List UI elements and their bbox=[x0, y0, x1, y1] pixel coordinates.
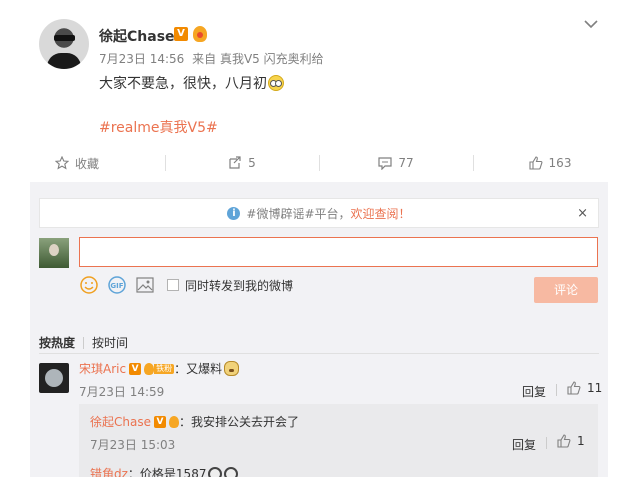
divider bbox=[556, 384, 557, 396]
verified-icon[interactable]: V bbox=[129, 362, 142, 375]
commenter-avatar[interactable] bbox=[39, 363, 69, 393]
reply-line: 错角dz ：价格是1587 bbox=[90, 465, 239, 477]
commenter-name[interactable]: 宋琪Aric bbox=[79, 360, 126, 377]
also-repost-label[interactable]: 同时转发到我的微博 bbox=[185, 277, 293, 294]
sort-by-time[interactable]: 按时间 bbox=[92, 334, 128, 351]
reply-like-button[interactable]: 1 bbox=[557, 434, 585, 448]
post-meta: 7月23日 14:56 来自 真我V5 闪充奥利给 bbox=[99, 50, 328, 67]
thumbs-up-icon bbox=[528, 156, 542, 170]
also-repost-checkbox[interactable] bbox=[167, 279, 179, 291]
sticker-emoji-icon bbox=[224, 466, 239, 477]
comment-line: 宋琪Aric V 铁粉 ：又爆料 bbox=[79, 360, 240, 377]
comment-input[interactable] bbox=[79, 237, 598, 267]
sticker-emoji-icon bbox=[208, 466, 223, 477]
reply-time: 7月23日 15:03 bbox=[90, 438, 176, 452]
sort-bar: 按热度 按时间 bbox=[39, 334, 128, 351]
like-count: 163 bbox=[548, 156, 572, 170]
gif-icon[interactable]: GIF bbox=[107, 276, 126, 295]
level-flame-icon[interactable] bbox=[168, 415, 179, 428]
fan-badge[interactable]: 铁粉 bbox=[144, 362, 175, 375]
reply-thread: 徐起Chase V ：我安排公关去开会了 7月23日 15:03 回复 1 错角… bbox=[79, 404, 598, 477]
level-flame-icon[interactable] bbox=[191, 26, 209, 42]
comment-like-button[interactable]: 11 bbox=[567, 381, 602, 395]
divider bbox=[83, 336, 85, 349]
comment-text: ：又爆料 bbox=[174, 362, 223, 376]
action-bar: 收藏 5 77 163 bbox=[0, 144, 617, 182]
post-date[interactable]: 7月23日 14:56 bbox=[99, 52, 184, 66]
divider bbox=[39, 353, 599, 354]
repost-button[interactable]: 5 bbox=[165, 144, 319, 182]
repost-count: 5 bbox=[248, 156, 256, 170]
thumbs-up-icon bbox=[557, 434, 571, 448]
replier-name[interactable]: 错角dz bbox=[90, 465, 128, 477]
repost-icon bbox=[229, 156, 241, 169]
replier-name[interactable]: 徐起Chase bbox=[90, 413, 151, 430]
comment-count: 77 bbox=[398, 156, 414, 170]
avatar-body bbox=[47, 53, 81, 69]
comment-tools: GIF 同时转发到我的微博 bbox=[79, 275, 293, 295]
author-avatar[interactable] bbox=[39, 19, 89, 69]
favorite-button[interactable]: 收藏 bbox=[0, 144, 154, 182]
comment-button[interactable]: 77 bbox=[319, 144, 473, 182]
submit-comment-button[interactable]: 评论 bbox=[534, 277, 598, 303]
emoji-icon[interactable] bbox=[79, 276, 98, 295]
post-text: 大家不要急，很快，八月初 bbox=[99, 73, 284, 93]
notice-text: #微博辟谣#平台， bbox=[246, 206, 351, 221]
reply-button[interactable]: 回复 bbox=[522, 383, 546, 400]
topic-link[interactable]: #realme真我V5# bbox=[99, 117, 218, 137]
comment-panel: i #微博辟谣#平台， 欢迎查阅！ × GIF 同时转发到我的微博 评论 按热度… bbox=[30, 182, 608, 477]
favorite-label: 收藏 bbox=[74, 156, 99, 171]
fan-badge-label: 铁粉 bbox=[154, 363, 175, 374]
reply-line: 徐起Chase V ：我安排公关去开会了 bbox=[90, 413, 299, 430]
info-icon: i bbox=[227, 206, 241, 220]
glasses-emoji-icon bbox=[268, 75, 284, 91]
post-source: 来自 真我V5 闪充奥利给 bbox=[192, 52, 324, 66]
like-button[interactable]: 163 bbox=[473, 144, 617, 182]
weibo-post-page: 徐起Chase V 7月23日 14:56 来自 真我V5 闪充奥利给 大家不要… bbox=[0, 0, 617, 477]
divider bbox=[546, 437, 547, 449]
thumbs-up-icon bbox=[567, 381, 581, 395]
notice-link[interactable]: 欢迎查阅！ bbox=[351, 205, 411, 222]
verified-icon[interactable]: V bbox=[174, 27, 188, 41]
post-text-body: 大家不要急，很快，八月初 bbox=[99, 76, 267, 92]
chevron-down-icon[interactable] bbox=[584, 19, 598, 31]
doge-emoji-icon bbox=[224, 361, 240, 376]
sort-by-hot[interactable]: 按热度 bbox=[39, 334, 75, 351]
image-icon[interactable] bbox=[135, 276, 154, 295]
verified-icon[interactable]: V bbox=[153, 415, 166, 428]
reply-text: ：我安排公关去开会了 bbox=[178, 415, 299, 429]
comment-time: 7月23日 14:59 bbox=[79, 385, 165, 399]
comment-like-count: 11 bbox=[587, 381, 603, 395]
close-icon[interactable]: × bbox=[577, 206, 588, 221]
star-icon bbox=[54, 156, 69, 170]
avatar-sunglasses bbox=[54, 35, 75, 41]
svg-text:GIF: GIF bbox=[110, 282, 123, 290]
rumor-notice: i #微博辟谣#平台， 欢迎查阅！ × bbox=[39, 198, 599, 228]
reply-like-count: 1 bbox=[577, 434, 585, 448]
reply-button[interactable]: 回复 bbox=[512, 436, 536, 453]
my-avatar[interactable] bbox=[39, 238, 69, 268]
author-name[interactable]: 徐起Chase bbox=[99, 26, 175, 46]
reply-text: ：价格是1587 bbox=[127, 467, 207, 477]
comment-icon bbox=[378, 156, 392, 170]
